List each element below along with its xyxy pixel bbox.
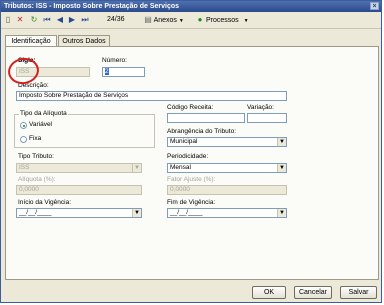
next-record-button[interactable]: ▶	[68, 15, 76, 25]
aliquota-label: Alíquota (%):	[18, 176, 56, 183]
descricao-field[interactable]: Imposto Sobre Prestação de Serviços	[16, 91, 287, 101]
first-record-button[interactable]: ⏮	[43, 15, 51, 25]
inicio-vigencia-value: __/__/____	[19, 209, 52, 216]
anexos-button[interactable]: ▤ Anexos ▼	[144, 15, 192, 25]
abrangencia-value: Municipal	[170, 138, 198, 145]
inicio-vigencia-picker[interactable]: __/__/____ ▼	[16, 208, 142, 218]
numero-field[interactable]: 2	[102, 67, 145, 77]
fim-vigencia-value: __/__/____	[170, 209, 203, 216]
tab-outros-dados[interactable]: Outros Dados	[58, 35, 110, 46]
periodicidade-dropdown-icon[interactable]: ▼	[277, 164, 286, 172]
abrangencia-dropdown-icon[interactable]: ▼	[277, 138, 286, 146]
tipo-aliquota-label: Tipo da Alíquota	[19, 110, 68, 118]
delete-button[interactable]: ✕	[16, 15, 24, 25]
abrangencia-label: Abrangência do Tributo:	[167, 128, 237, 135]
tipo-tributo-label: Tipo Tributo:	[18, 153, 54, 160]
dialog-window: Tributos: ISS - Imposto Sobre Prestação …	[0, 0, 382, 303]
tipo-tributo-dropdown-icon[interactable]: ▼	[132, 164, 141, 172]
save-button[interactable]: Salvar	[340, 286, 377, 299]
variacao-label: Variação:	[247, 104, 274, 111]
previous-record-button[interactable]: ◀	[56, 15, 64, 25]
window-title: Tributos: ISS - Imposto Sobre Prestação …	[4, 3, 180, 10]
variacao-field[interactable]	[247, 113, 287, 123]
fim-vigencia-picker[interactable]: __/__/____ ▼	[167, 208, 287, 218]
anexos-icon[interactable]: ▤	[144, 15, 152, 24]
fator-ajuste-field[interactable]: 0,0000	[167, 185, 287, 195]
radio-fixa[interactable]	[20, 136, 27, 143]
codigo-receita-field[interactable]	[167, 113, 245, 123]
fator-ajuste-label: Fator Ajuste (%):	[167, 176, 216, 183]
new-button[interactable]: ▯	[4, 15, 12, 25]
processos-dropdown-icon[interactable]: ▼	[244, 18, 249, 24]
codigo-receita-label: Código Receita:	[167, 104, 214, 111]
refresh-icon[interactable]: ↻	[30, 15, 38, 24]
last-record-icon[interactable]: ⏭	[81, 15, 89, 24]
anexos-dropdown-icon[interactable]: ▼	[179, 18, 184, 24]
periodicidade-value: Mensal	[170, 164, 191, 171]
numero-label: Número:	[102, 57, 127, 64]
next-record-icon[interactable]: ▶	[68, 15, 76, 24]
title-bar: Tributos: ISS - Imposto Sobre Prestação …	[1, 1, 381, 12]
refresh-button[interactable]: ↻	[30, 15, 38, 25]
anexos-label: Anexos	[153, 17, 177, 24]
processos-label: Processos	[205, 17, 239, 24]
last-record-button[interactable]: ⏭	[81, 15, 89, 25]
toolbar: ▯ ✕ ↻ ⏮ ◀ ▶ ⏭ 24/36 ▤ Anexos ▼ ● Process…	[1, 12, 381, 29]
radio-variavel-label: Variável	[29, 121, 53, 128]
radio-fixa-label: Fixa	[29, 135, 42, 142]
periodicidade-select[interactable]: Mensal ▼	[167, 163, 287, 173]
close-button[interactable]: ×	[370, 2, 379, 10]
previous-record-icon[interactable]: ◀	[56, 15, 64, 24]
record-position: 24/36	[107, 16, 125, 23]
cancel-button[interactable]: Cancelar	[294, 286, 332, 299]
delete-icon[interactable]: ✕	[16, 15, 24, 24]
numero-value: 2	[105, 68, 109, 75]
periodicidade-label: Periodicidade:	[167, 153, 209, 160]
processos-icon[interactable]: ●	[196, 15, 204, 24]
ok-button[interactable]: OK	[252, 286, 286, 299]
abrangencia-select[interactable]: Municipal ▼	[167, 137, 287, 147]
inicio-vigencia-dropdown-icon[interactable]: ▼	[132, 209, 141, 217]
inicio-vigencia-label: Início da Vigência:	[18, 199, 71, 206]
close-icon[interactable]: ×	[372, 3, 376, 10]
aliquota-field[interactable]: 0,0000	[16, 185, 142, 195]
fim-vigencia-dropdown-icon[interactable]: ▼	[277, 209, 286, 217]
identificacao-panel: Sigla: ISS Número: 2 Descrição: Imposto …	[5, 46, 379, 280]
tipo-tributo-select[interactable]: ISS ▼	[16, 163, 142, 173]
fim-vigencia-label: Fim de Vigência:	[167, 199, 216, 206]
radio-variavel[interactable]	[20, 122, 27, 129]
new-icon[interactable]: ▯	[4, 15, 12, 24]
processos-button[interactable]: ● Processos ▼	[196, 15, 258, 25]
first-record-icon[interactable]: ⏮	[43, 15, 51, 24]
tipo-tributo-value: ISS	[19, 164, 30, 171]
